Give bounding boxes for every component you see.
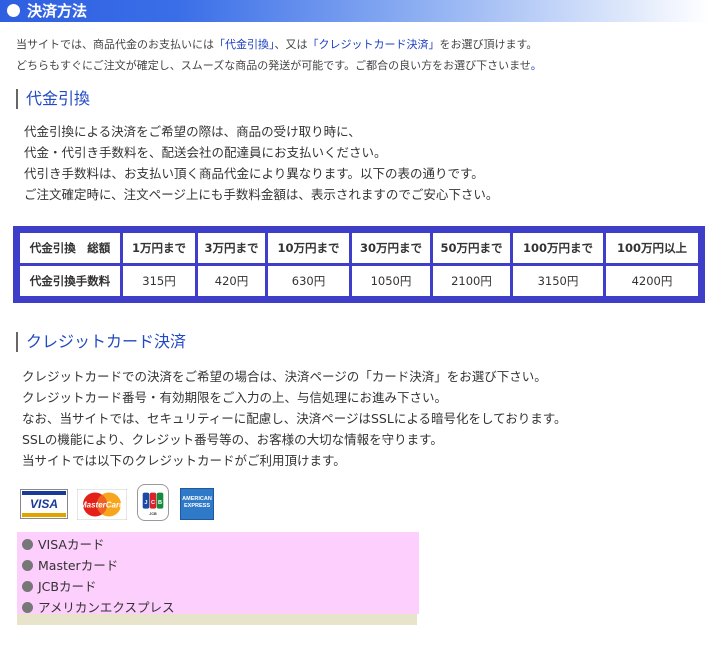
page-title: 決済方法 [27,2,88,20]
cod-description: 代金引換による決済をご希望の際は、商品の受け取り時に、 代金・代引き手数料を、配… [24,121,498,205]
credit-paragraph: 当サイトでは以下のクレジットカードがご利用頂けます。 [22,453,346,468]
table-cell: 4200円 [606,266,698,296]
section-title-bar: 決済方法 [0,0,710,22]
mastercard-logo: MasterCard [77,489,127,520]
credit-paragraph: クレジットカードでの決済をご希望の場合は、決済ページの「カード決済」をお選び下さ… [22,369,547,384]
cod-paragraph: 代金・代引き手数料を、配送会社の配達員にお支払いください。 [24,145,387,160]
cod-link[interactable]: 「代金引換」 [214,38,275,51]
bullet-icon [7,4,20,17]
table-cell: 50万円まで [433,233,510,263]
intro-text: 当サイトでは、商品代金のお支払いには「代金引換」、又は「クレジットカード決済」を… [16,34,542,76]
table-cell: 30万円まで [352,233,430,263]
cod-fee-table: 代金引換 総額 1万円まで 3万円まで 10万円まで 30万円まで 50万円まで… [13,226,705,303]
table-cell: 10万円まで [268,233,349,263]
list-item: アメリカンエクスプレス [22,597,175,618]
list-item: Masterカード [22,555,118,576]
table-row: 代金引換手数料 315円 420円 630円 1050円 2100円 3150円… [20,266,698,296]
accepted-cards-list: VISAカード Masterカード JCBカード アメリカンエクスプレス [17,532,419,615]
bullet-icon [22,581,33,592]
list-item: VISAカード [22,534,104,555]
table-cell: 1万円まで [123,233,195,263]
table-cell: 1050円 [352,266,430,296]
credit-paragraph: クレジットカード番号・有効期限をご入力の上、与信処理にお進み下さい。 [22,390,448,405]
table-cell: 代金引換手数料 [20,266,120,296]
table-header-row: 代金引換 総額 1万円まで 3万円まで 10万円まで 30万円まで 50万円まで… [20,233,698,263]
svg-text:JCB: JCB [149,512,157,516]
credit-paragraph: なお、当サイトでは、セキュリティーに配慮し、決済ページはSSLによる暗号化をして… [22,411,567,426]
table-cell: 代金引換 総額 [20,233,120,263]
bullet-icon [22,602,33,613]
cod-paragraph: ご注文確定時に、注文ページ上にも手数料金額は、表示されますのでご安心下さい。 [24,187,499,202]
intro-line-2: どちらもすぐにご注文が確定し、スムーズな商品の発送が可能です。ご都合の良い方をお… [16,59,542,72]
bullet-icon [22,539,33,550]
table-cell: 2100円 [433,266,510,296]
jcb-logo: J C B JCB [137,484,169,521]
visa-logo: VISA [20,489,68,519]
cod-paragraph: 代引き手数料は、お支払い頂く商品代金により異なります。以下の表の通りです。 [24,166,484,181]
credit-paragraph: SSLの機能により、クレジット番号等の、お客様の大切な情報を守ります。 [22,432,443,447]
svg-text:B: B [158,500,162,506]
intro-line-1: 当サイトでは、商品代金のお支払いには「代金引換」、又は「クレジットカード決済」を… [16,38,538,51]
svg-text:C: C [151,500,155,506]
list-item: JCBカード [22,576,97,597]
credit-description: クレジットカードでの決済をご希望の場合は、決済ページの「カード決済」をお選び下さ… [22,366,566,471]
table-cell: 100万円まで [513,233,603,263]
cod-paragraph: 代金引換による決済をご希望の際は、商品の受け取り時に、 [24,124,361,139]
cod-heading: 代金引換 [16,89,90,109]
svg-text:MasterCard: MasterCard [80,501,125,510]
bullet-icon [22,560,33,571]
credit-heading: クレジットカード決済 [16,332,186,352]
table-cell: 3万円まで [198,233,265,263]
table-cell: 315円 [123,266,195,296]
table-cell: 100万円以上 [606,233,698,263]
credit-card-link[interactable]: 「クレジットカード決済」 [308,38,440,51]
amex-logo: AMERICAN EXPRESS [180,488,214,520]
svg-text:J: J [144,500,147,506]
table-cell: 420円 [198,266,265,296]
table-cell: 630円 [268,266,349,296]
table-cell: 3150円 [513,266,603,296]
